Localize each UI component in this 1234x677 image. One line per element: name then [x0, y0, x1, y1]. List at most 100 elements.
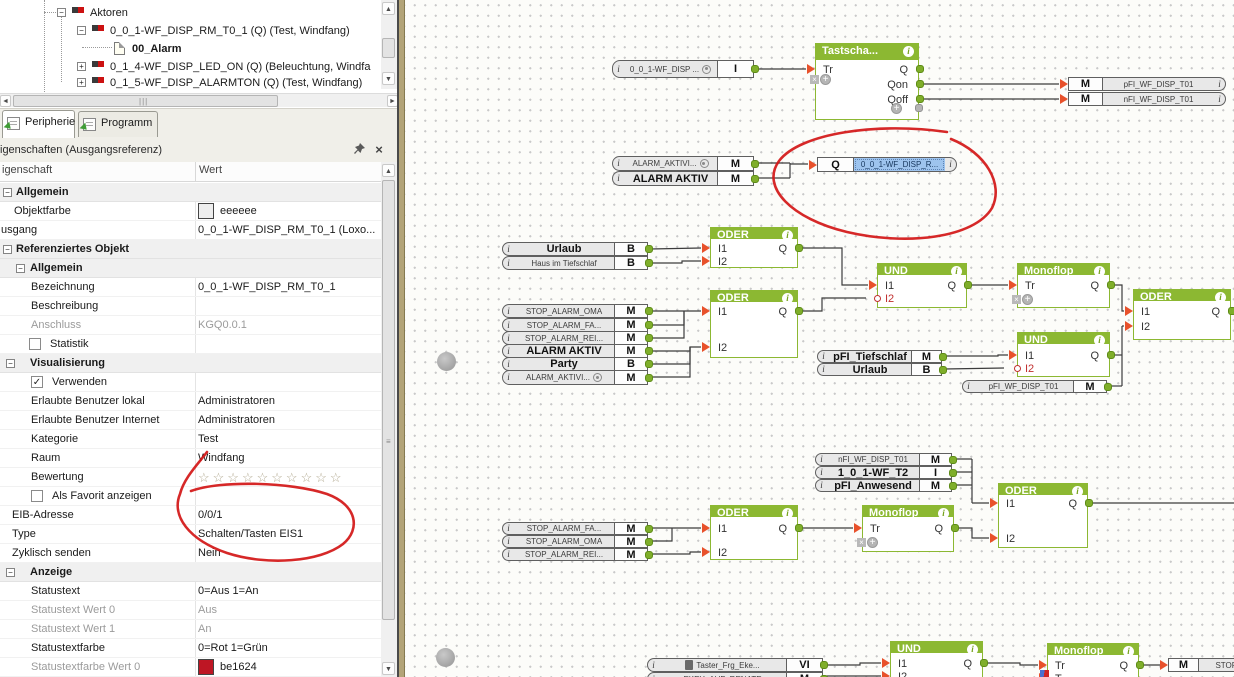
tree-item[interactable]: − Aktoren — [0, 5, 381, 21]
output-connector[interactable]: MnFI_WF_DISP_T01 i — [1068, 92, 1226, 106]
input-connector[interactable]: i pFI_WF_DISP_T01 M — [962, 380, 1107, 393]
output-port-q[interactable]: Q — [963, 657, 972, 671]
info-icon[interactable]: i — [782, 508, 793, 519]
output-port-q[interactable]: Q — [1211, 305, 1220, 319]
input-port-t[interactable]: T — [1055, 672, 1062, 677]
detach-icon[interactable]: × — [1012, 295, 1021, 304]
pin-icon[interactable] — [352, 143, 366, 157]
output-connector[interactable]: MpFI_WF_DISP_T01 i — [1068, 77, 1226, 91]
property-value[interactable]: eeeeee — [220, 202, 257, 221]
input-connector[interactable]: i STOP_ALARM_OMA M — [502, 535, 648, 548]
tree-expand-toggle[interactable]: + — [77, 78, 86, 87]
info-icon[interactable]: i — [1094, 335, 1105, 346]
property-value[interactable]: 0/0/1 — [198, 506, 378, 525]
input-connector[interactable]: i STOP_ALARM_REI... M — [502, 331, 648, 345]
detach-icon[interactable]: × — [810, 75, 819, 84]
info-icon[interactable]: i — [951, 266, 962, 277]
detach-icon[interactable]: × — [857, 538, 866, 547]
input-port-i1[interactable]: I1 — [718, 242, 727, 256]
input-port-i1[interactable]: I1 — [1025, 349, 1034, 363]
input-connector[interactable]: i pFI_Tiefschlaf M — [817, 350, 942, 363]
info-icon[interactable]: i — [967, 644, 978, 655]
tree-expand-toggle[interactable]: + — [77, 62, 86, 71]
input-connector[interactable]: i Urlaub B — [817, 363, 942, 376]
property-checkbox[interactable] — [29, 338, 41, 350]
tree-item[interactable]: 00_Alarm — [0, 41, 381, 57]
scroll-down-button[interactable]: ▼ — [382, 662, 395, 675]
tree-item[interactable]: − 0_0_1-WF_DISP_RM_T0_1 (Q) (Test, Windfa… — [0, 23, 381, 39]
property-value[interactable]: Test — [198, 430, 378, 449]
property-value[interactable]: be1624 — [220, 658, 257, 677]
scrollbar-thumb[interactable]: ≡ — [382, 180, 395, 620]
property-value[interactable]: 0_0_1-WF_DISP_RM_T0_1 — [198, 278, 378, 297]
input-port-i2[interactable]: I2 — [1006, 532, 1015, 546]
property-value[interactable]: Administratoren — [198, 411, 378, 430]
output-port-q[interactable]: Q — [1068, 497, 1077, 511]
input-port-i1[interactable]: I1 — [885, 279, 894, 293]
add-port-icon[interactable]: + — [891, 103, 902, 114]
input-port-i1[interactable]: I1 — [898, 657, 907, 671]
tree-expand-toggle[interactable]: − — [77, 26, 86, 35]
group-expand-toggle[interactable]: − — [16, 264, 25, 273]
property-value[interactable]: 0=Rot 1=Grün — [198, 639, 378, 658]
input-port-i2[interactable]: I2 — [1025, 362, 1034, 376]
color-swatch[interactable] — [198, 659, 214, 675]
input-connector[interactable]: i 1_0_1-WF_T2 I — [815, 466, 952, 479]
info-icon[interactable]: i — [1072, 486, 1083, 497]
input-connector[interactable]: i ALARM_AKTIVI... M — [502, 370, 648, 385]
info-icon[interactable]: i — [938, 508, 949, 519]
group-expand-toggle[interactable]: − — [3, 245, 12, 254]
input-port-i2[interactable]: I2 — [898, 670, 907, 677]
color-swatch[interactable] — [198, 203, 214, 219]
group-expand-toggle[interactable]: − — [3, 188, 12, 197]
add-port-icon[interactable]: + — [820, 74, 831, 85]
scrollbar-thumb[interactable] — [382, 38, 395, 58]
add-port-icon[interactable]: + — [1022, 294, 1033, 305]
function-block-monoflop[interactable]: MonoflopiTrTQ — [1047, 643, 1139, 677]
property-value[interactable]: 0=Aus 1=An — [198, 582, 378, 601]
info-icon[interactable]: i — [782, 230, 793, 241]
input-connector[interactable]: i ALARM_AKTIVI... M — [612, 156, 754, 171]
input-port-i2[interactable]: I2 — [885, 292, 894, 306]
input-connector[interactable]: iEKEY_AUF_RENATEM — [647, 672, 823, 677]
properties-vertical-scrollbar[interactable]: ▲ ≡ ▼ — [381, 162, 397, 677]
input-port-tr[interactable]: Tr — [1055, 659, 1065, 673]
input-connector[interactable]: i ALARM AKTIV M — [502, 344, 648, 358]
tab-programm[interactable]: Programm — [78, 111, 158, 137]
output-port-q[interactable]: Q — [899, 63, 908, 77]
input-port-i1[interactable]: I1 — [1006, 497, 1015, 511]
output-port-q[interactable]: Q — [934, 522, 943, 536]
tab-peripherie[interactable]: Peripherie — [2, 110, 75, 138]
input-port-tr[interactable]: Tr — [1025, 279, 1035, 293]
input-port-i1[interactable]: I1 — [1141, 305, 1150, 319]
property-value[interactable]: KGQ0.0.1 — [198, 316, 378, 335]
input-connector[interactable]: i ALARM AKTIV M — [612, 171, 754, 186]
property-value[interactable]: Administratoren — [198, 392, 378, 411]
program-canvas[interactable]: Tastscha... i Tr Q Qon Qoff × + + ODER i I1 I2 Q ODER i… — [399, 0, 1234, 677]
function-block-und[interactable]: UND i I1 I2 Q — [890, 641, 983, 677]
function-block-oder[interactable]: ODER i I1 I2 Q — [998, 483, 1088, 548]
function-block-oder[interactable]: ODER i I1 I2 Q — [710, 505, 798, 560]
input-port-i1[interactable]: I1 — [718, 522, 727, 536]
output-port-q[interactable]: Q — [1090, 279, 1099, 293]
scroll-up-button[interactable]: ▲ — [382, 2, 395, 15]
property-checkbox[interactable]: ✓ — [31, 376, 43, 388]
input-connector[interactable]: i Haus im Tiefschlaf B — [502, 256, 648, 270]
property-value[interactable]: Windfang — [198, 449, 378, 468]
function-block-oder[interactable]: ODER i I1 I2 Q — [1133, 289, 1231, 340]
close-icon[interactable]: × — [372, 143, 386, 157]
property-value[interactable]: An — [198, 620, 378, 639]
input-port-i1[interactable]: I1 — [718, 305, 727, 319]
input-connector[interactable]: i Taster_Frg_Eke... VI — [647, 658, 823, 672]
output-connector[interactable]: Q 0_0_1-WF_DISP_R... i — [817, 157, 957, 172]
input-connector[interactable]: i STOP_ALARM_REI... M — [502, 548, 648, 561]
input-port-i2[interactable]: I2 — [1141, 320, 1150, 334]
tree-vertical-scrollbar[interactable]: ▲ ▼ — [381, 0, 397, 89]
info-icon[interactable]: i — [903, 46, 914, 57]
input-connector[interactable]: i Urlaub B — [502, 242, 648, 256]
output-port-qon[interactable]: Qon — [887, 78, 908, 92]
output-port-q[interactable]: Q — [1119, 659, 1128, 673]
input-port-i2[interactable]: I2 — [718, 341, 727, 355]
function-block-oder[interactable]: ODER i I1 I2 Q — [710, 227, 798, 268]
rating-stars[interactable]: ☆☆☆☆☆☆☆☆☆☆ — [198, 468, 378, 487]
